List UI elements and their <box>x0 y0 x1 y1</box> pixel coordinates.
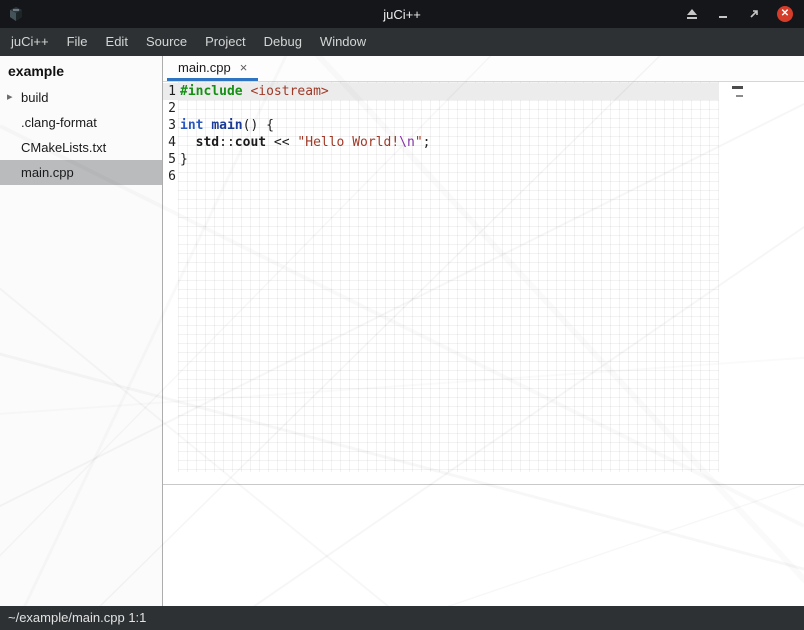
code-line[interactable]: 3int main() { <box>163 117 719 134</box>
eject-icon[interactable] <box>683 5 701 23</box>
chevron-right-icon[interactable]: ▸ <box>7 92 21 103</box>
content-area: example ▸build .clang-format CMakeLists.tx… <box>0 56 804 606</box>
file-label: main.cpp <box>21 165 74 180</box>
code-area: 1#include <iostream>23int main() {4 std:… <box>163 82 804 185</box>
menu-juci[interactable]: juCi++ <box>2 28 58 56</box>
sidebar-item-cmakelists-txt[interactable]: CMakeLists.txt <box>0 135 162 160</box>
file-label: build <box>21 90 48 105</box>
code-text: int main() { <box>176 117 274 134</box>
line-number: 3 <box>163 117 176 134</box>
file-label: CMakeLists.txt <box>21 140 106 155</box>
menu-window[interactable]: Window <box>311 28 375 56</box>
status-bar: ~/example/main.cpp 1:1 <box>0 606 804 630</box>
menu-source[interactable]: Source <box>137 28 196 56</box>
sidebar-item-build[interactable]: ▸build <box>0 85 162 110</box>
menu-file[interactable]: File <box>58 28 97 56</box>
code-line[interactable]: 4 std::cout << "Hello World!\n"; <box>163 134 719 151</box>
code-line[interactable]: 5} <box>163 151 719 168</box>
code-line[interactable]: 2 <box>163 100 719 117</box>
menu-project[interactable]: Project <box>196 28 254 56</box>
terminal-panel[interactable] <box>163 484 804 606</box>
maximize-icon[interactable] <box>745 5 763 23</box>
code-line[interactable]: 1#include <iostream> <box>163 83 719 100</box>
code-text: #include <iostream> <box>176 83 329 100</box>
code-text: } <box>176 151 188 168</box>
sidebar-item-main-cpp[interactable]: main.cpp <box>0 160 162 185</box>
file-tree: ▸build .clang-format CMakeLists.txt main.cp… <box>0 85 162 185</box>
line-number: 2 <box>163 100 176 117</box>
tab-main-cpp[interactable]: main.cpp × <box>167 56 258 81</box>
code-line[interactable]: 6 <box>163 168 719 185</box>
sidebar-item--clang-format[interactable]: .clang-format <box>0 110 162 135</box>
project-root-label[interactable]: example <box>0 56 162 85</box>
minimize-icon[interactable] <box>714 5 732 23</box>
tab-bar: main.cpp × <box>163 56 804 82</box>
code-editor[interactable]: 1#include <iostream>23int main() {4 std:… <box>163 82 804 484</box>
minimap-mark <box>732 86 743 89</box>
window-controls: ✕ <box>683 5 794 23</box>
main-panel: main.cpp × 1#include <iostream>23int mai… <box>163 56 804 606</box>
tab-close-icon[interactable]: × <box>240 61 248 74</box>
menu-edit[interactable]: Edit <box>97 28 137 56</box>
code-minimap[interactable] <box>728 86 748 97</box>
tab-label: main.cpp <box>178 60 231 75</box>
minimap-mark <box>736 95 743 97</box>
app-window: juCi++ ✕ juCi++File <box>0 0 804 630</box>
code-text: std::cout << "Hello World!\n"; <box>176 134 430 151</box>
menu-debug[interactable]: Debug <box>255 28 311 56</box>
line-number: 6 <box>163 168 176 185</box>
code-text <box>176 100 180 117</box>
close-icon[interactable]: ✕ <box>776 5 794 23</box>
line-number: 1 <box>163 83 176 100</box>
line-number: 5 <box>163 151 176 168</box>
file-label: .clang-format <box>21 115 97 130</box>
line-number: 4 <box>163 134 176 151</box>
menu-bar: juCi++FileEditSourceProjectDebugWindow <box>0 28 804 56</box>
sidebar: example ▸build .clang-format CMakeLists.tx… <box>0 56 163 606</box>
title-bar: juCi++ ✕ <box>0 0 804 28</box>
code-text <box>176 168 180 185</box>
status-text: ~/example/main.cpp 1:1 <box>8 610 146 625</box>
